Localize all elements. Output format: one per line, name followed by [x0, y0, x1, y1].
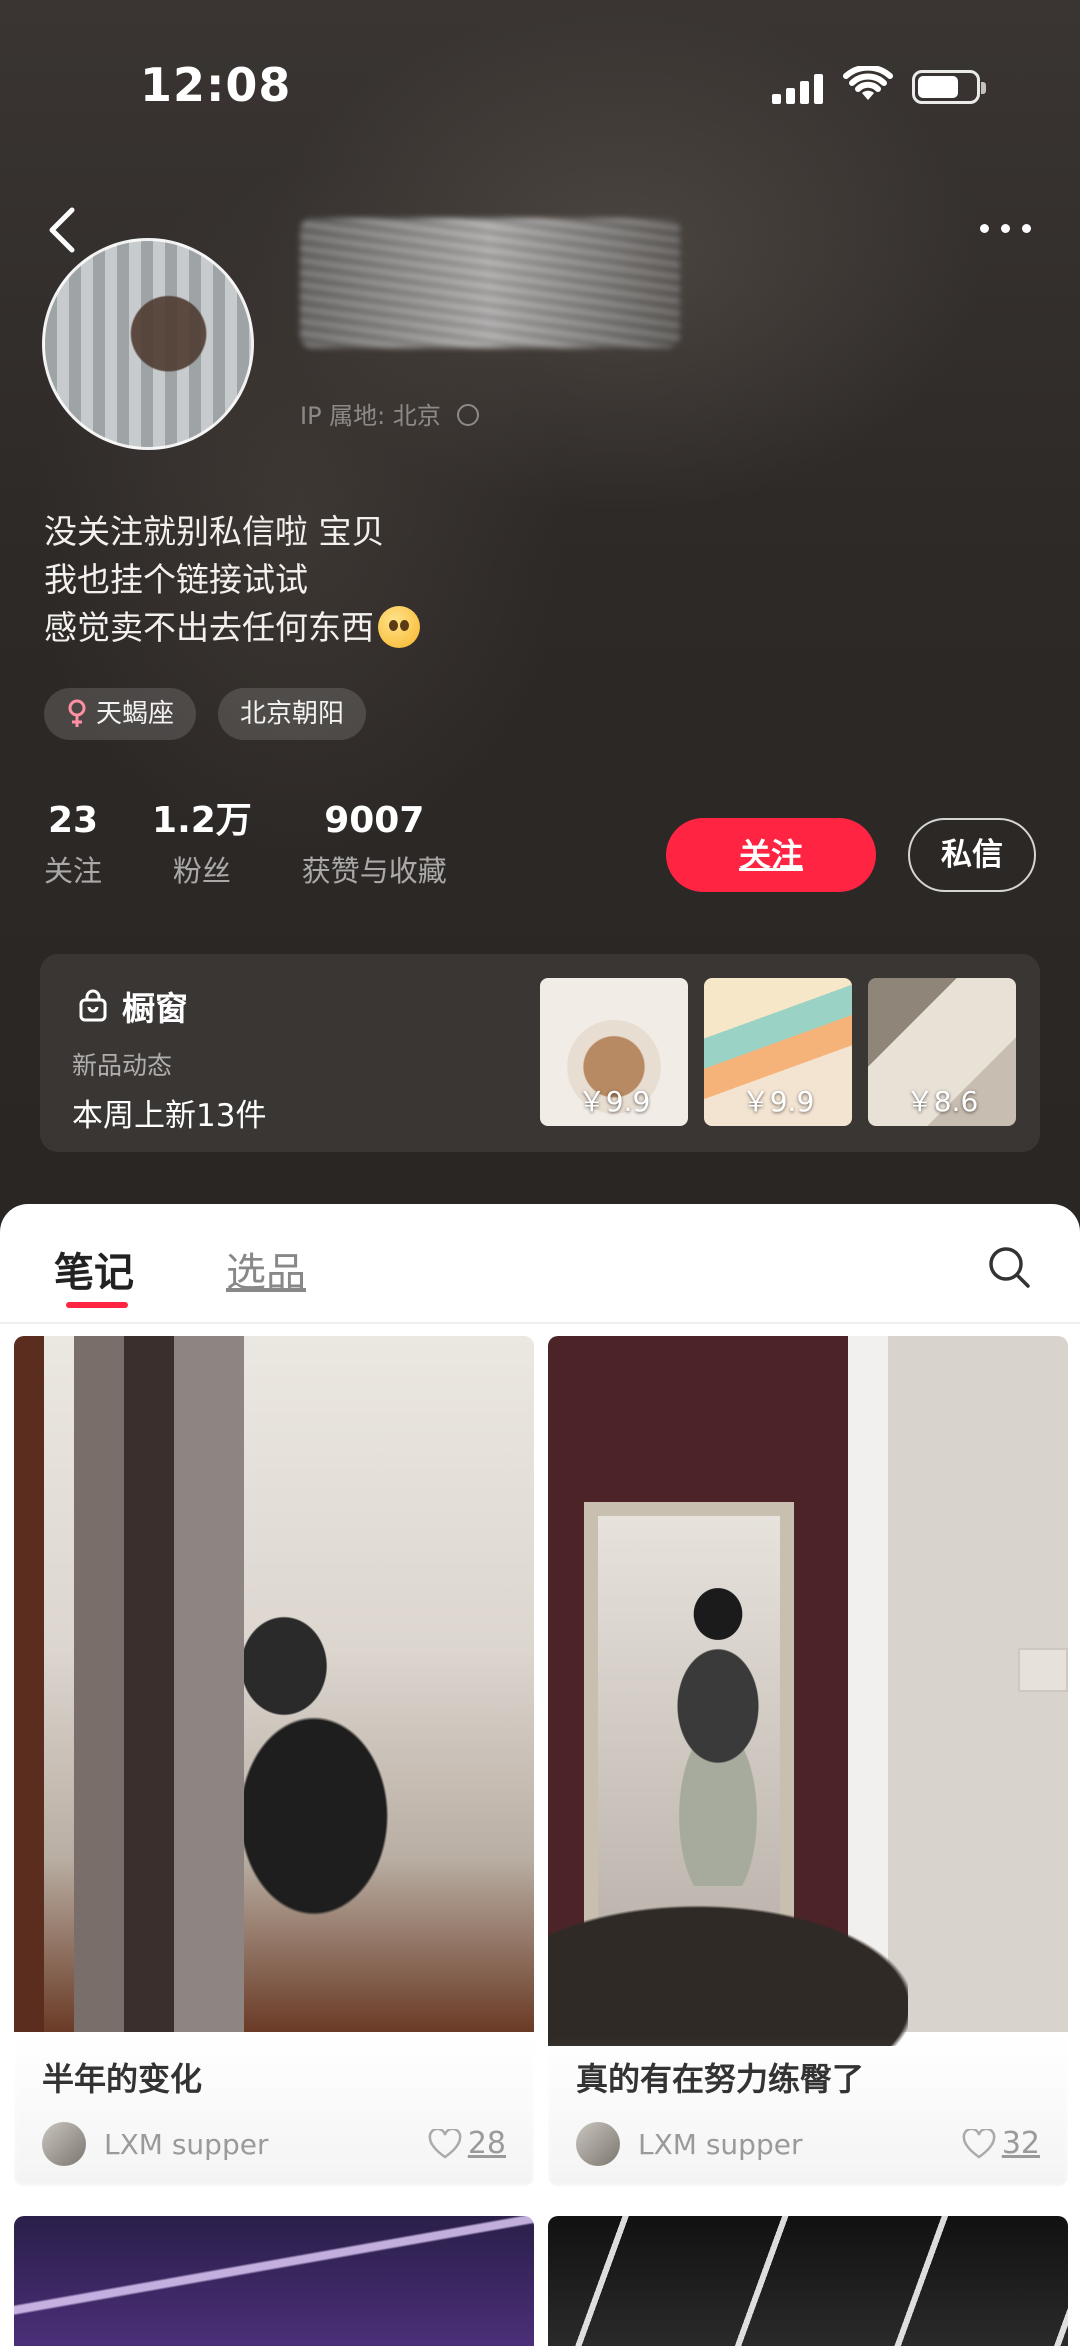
- light-switch-illustration: [1018, 1648, 1068, 1692]
- note-image[interactable]: [548, 1336, 1068, 2046]
- heart-icon: [428, 2128, 462, 2159]
- author-name: LXM supper: [638, 2127, 803, 2161]
- note-card-partial[interactable]: [14, 2216, 534, 2346]
- pleading-face-emoji-icon: [378, 605, 420, 648]
- like-count-value: 28: [467, 2126, 506, 2161]
- content-panel: 笔记 选品 半年的变化 LXM supper 28 真的有在努力练臀了 LXM …: [0, 1204, 1080, 2348]
- profile-stats: 23 关注 1.2万 粉丝 9007 获赞与收藏: [44, 796, 497, 896]
- cellular-signal-icon: [772, 74, 826, 104]
- tag-location[interactable]: 北京朝阳: [218, 688, 367, 740]
- message-button[interactable]: 私信: [908, 818, 1036, 892]
- tab-notes[interactable]: 笔记: [54, 1240, 134, 1298]
- stat-followers[interactable]: 1.2万 粉丝: [152, 796, 252, 896]
- avatar[interactable]: [42, 238, 254, 450]
- tab-divider: [0, 1322, 1080, 1324]
- showcase-product-1[interactable]: ￥9.9: [540, 978, 688, 1126]
- note-card[interactable]: 半年的变化 LXM supper 28: [14, 1336, 534, 2186]
- stat-following[interactable]: 23 关注: [44, 796, 102, 896]
- arm-illustration: [548, 1896, 908, 2046]
- note-title: 半年的变化: [42, 2060, 203, 2098]
- product-price: ￥9.9: [577, 1085, 651, 1118]
- tag-location-label: 北京朝阳: [240, 699, 345, 729]
- wifi-icon: [843, 66, 893, 100]
- back-arrow-icon[interactable]: [40, 200, 90, 260]
- note-author[interactable]: LXM supper: [42, 2122, 268, 2166]
- showcase-card[interactable]: 橱窗 新品动态 本周上新13件 ￥9.9 ￥9.9 ￥8.6: [40, 954, 1040, 1152]
- bio-line-2: 我也挂个链接试试: [44, 560, 308, 599]
- like-count[interactable]: 32: [962, 2126, 1040, 2161]
- showcase-subtitle: 新品动态: [72, 1051, 173, 1080]
- female-icon: [68, 699, 86, 727]
- stat-following-value: 23: [47, 800, 99, 841]
- product-price: ￥8.6: [905, 1085, 979, 1118]
- tab-products[interactable]: 选品: [226, 1240, 306, 1298]
- author-avatar: [576, 2122, 620, 2166]
- ip-location: IP 属地: 北京: [300, 396, 479, 431]
- author-name: LXM supper: [104, 2127, 269, 2161]
- heart-icon: [962, 2128, 996, 2159]
- ip-location-text: IP 属地: 北京: [300, 402, 441, 430]
- status-bar: 12:08: [0, 0, 1080, 170]
- shopping-bag-icon: [79, 989, 107, 1022]
- showcase-title-text: 橱窗: [122, 989, 188, 1028]
- author-avatar: [42, 2122, 86, 2166]
- like-count[interactable]: 28: [428, 2126, 506, 2161]
- bio-line-1: 没关注就别私信啦 宝贝: [44, 512, 385, 551]
- stat-likes-collects-label: 获赞与收藏: [301, 854, 447, 888]
- note-title: 真的有在努力练臀了: [576, 2060, 865, 2098]
- stat-likes-collects[interactable]: 9007 获赞与收藏: [302, 796, 447, 896]
- stat-followers-label: 粉丝: [172, 854, 231, 888]
- info-icon[interactable]: [456, 404, 479, 426]
- battery-icon: [912, 70, 986, 104]
- nickname-blurred: [300, 218, 680, 348]
- showcase-product-2[interactable]: ￥9.9: [704, 978, 852, 1126]
- more-options-icon[interactable]: [976, 218, 1036, 238]
- tag-zodiac[interactable]: 天蝎座: [44, 688, 197, 740]
- like-count-value: 32: [1001, 2126, 1040, 2161]
- note-image[interactable]: [14, 1336, 534, 2032]
- search-icon[interactable]: [986, 1244, 1032, 1290]
- tag-zodiac-label: 天蝎座: [96, 699, 175, 729]
- showcase-title: 橱窗: [78, 982, 188, 1030]
- active-tab-indicator: [66, 1302, 128, 1308]
- bio: 没关注就别私信啦 宝贝 我也挂个链接试试 感觉卖不出去任何东西: [44, 508, 420, 652]
- profile-tags: 天蝎座 北京朝阳: [44, 688, 367, 740]
- mirror-illustration: [584, 1502, 794, 1942]
- bio-line-3-text: 感觉卖不出去任何东西: [44, 608, 374, 647]
- note-card[interactable]: 真的有在努力练臀了 LXM supper 32: [548, 1336, 1068, 2186]
- product-price: ￥9.9: [741, 1085, 815, 1118]
- stat-likes-collects-value: 9007: [324, 800, 425, 841]
- showcase-new-items: 本周上新13件: [72, 1098, 267, 1134]
- status-time: 12:08: [140, 58, 292, 112]
- note-author[interactable]: LXM supper: [576, 2122, 802, 2166]
- note-card-partial[interactable]: [548, 2216, 1068, 2346]
- stat-followers-value: 1.2万: [152, 800, 252, 841]
- follow-button[interactable]: 关注: [666, 818, 876, 892]
- bio-line-3: 感觉卖不出去任何东西: [44, 604, 420, 652]
- stat-following-label: 关注: [44, 854, 103, 888]
- showcase-product-3[interactable]: ￥8.6: [868, 978, 1016, 1126]
